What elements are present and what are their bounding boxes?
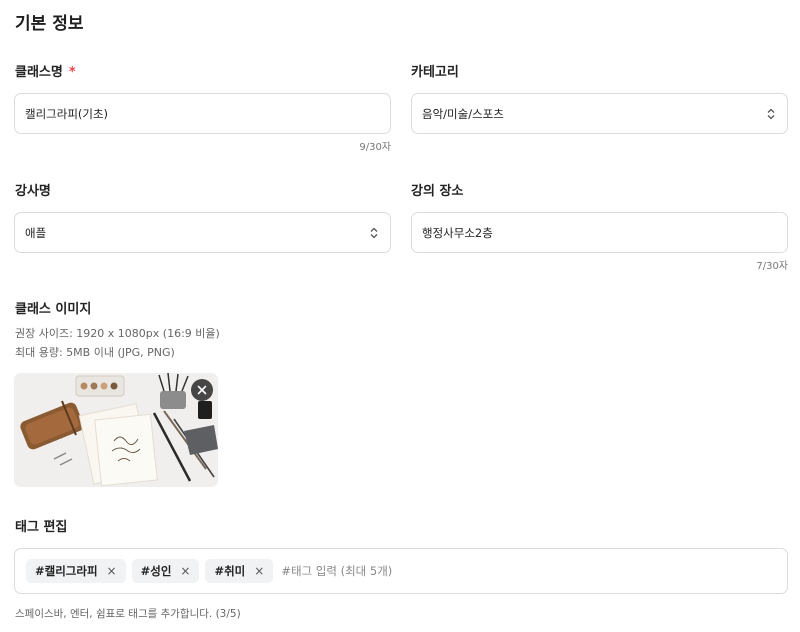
tags-label: 태그 편집: [15, 520, 68, 535]
location-input[interactable]: [422, 225, 777, 240]
remove-image-button[interactable]: [191, 379, 213, 401]
class-name-label: 클래스명 *: [15, 61, 76, 80]
instructor-selected-value: 애플: [25, 225, 47, 240]
tag-chip: #캘리그라피 ×: [26, 559, 126, 583]
close-icon: [197, 385, 207, 395]
class-image-thumbnail: [14, 373, 218, 487]
class-name-input[interactable]: [25, 106, 380, 121]
instructor-label: 강사명: [15, 184, 51, 199]
tag-chip-text: #성인: [140, 564, 172, 578]
calligraphy-photo: [14, 373, 218, 487]
tag-remove-button[interactable]: ×: [254, 564, 264, 578]
tag-help-text: 스페이스바, 엔터, 쉼표로 태그를 추가합니다. (3/5): [15, 608, 241, 620]
tag-editor[interactable]: #캘리그라피 × #성인 × #취미 ×: [14, 548, 788, 594]
location-label: 강의 장소: [411, 184, 464, 199]
tag-chip: #취미 ×: [205, 559, 274, 583]
image-capacity-hint: 최대 용량: 5MB 이내 (JPG, PNG): [15, 346, 175, 359]
tag-remove-button[interactable]: ×: [107, 564, 117, 578]
tag-input[interactable]: [281, 564, 482, 578]
class-image-label: 클래스 이미지: [15, 302, 92, 317]
image-size-hint: 권장 사이즈: 1920 x 1080px (16:9 비율): [15, 327, 220, 340]
tag-remove-button[interactable]: ×: [180, 564, 190, 578]
required-mark: *: [68, 65, 76, 80]
category-label: 카테고리: [411, 65, 459, 80]
instructor-select[interactable]: 애플: [14, 212, 391, 253]
section-title: 기본 정보: [15, 14, 84, 34]
class-name-label-text: 클래스명: [15, 65, 63, 80]
tag-chip: #성인 ×: [131, 559, 200, 583]
class-name-field[interactable]: [14, 93, 391, 134]
chevron-updown-icon: [767, 108, 775, 119]
tag-chip-text: #취미: [214, 564, 246, 578]
class-name-counter: 9/30자: [359, 142, 391, 153]
location-counter: 7/30자: [756, 261, 788, 272]
location-field[interactable]: [411, 212, 788, 253]
chevron-updown-icon: [370, 227, 378, 238]
category-select[interactable]: 음악/미술/스포츠: [411, 93, 788, 134]
category-selected-value: 음악/미술/스포츠: [422, 106, 504, 121]
tag-chip-text: #캘리그라피: [35, 564, 98, 578]
